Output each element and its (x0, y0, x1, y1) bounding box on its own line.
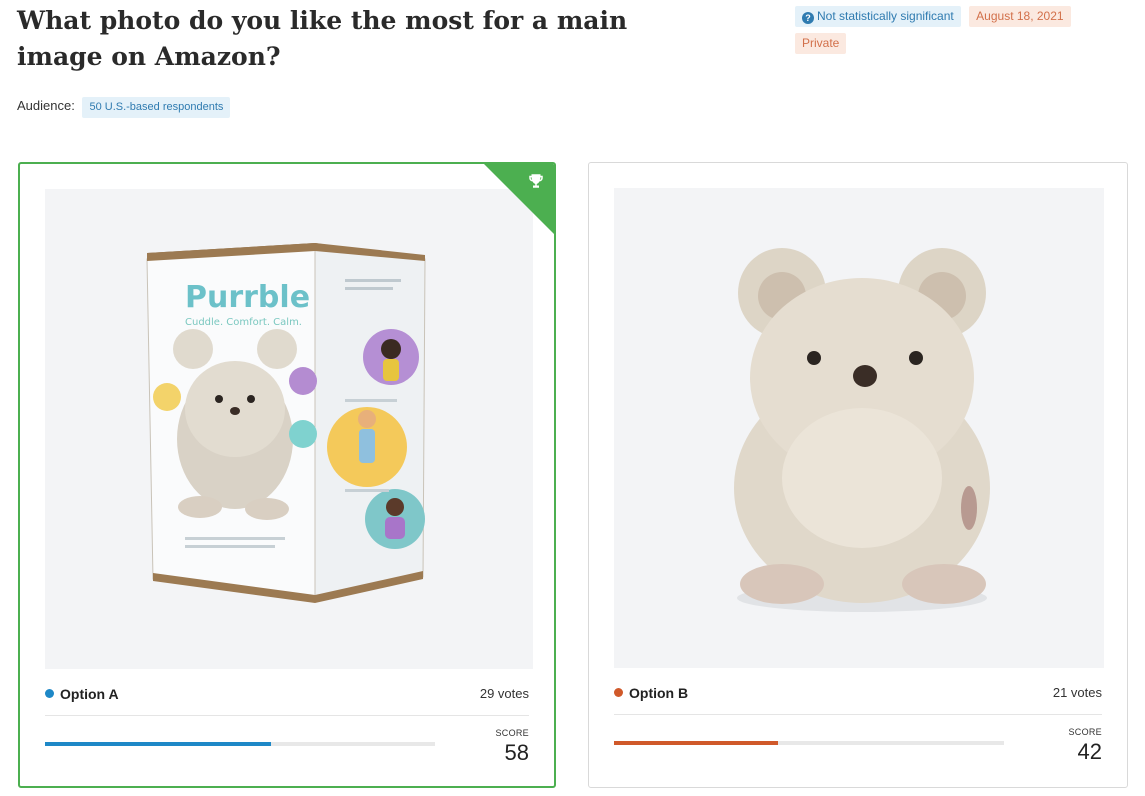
significance-badge: ? Not statistically significant (795, 6, 961, 27)
private-badge: Private (795, 33, 847, 54)
option-a-progress-fill (45, 742, 272, 746)
option-b-header: Option B 21 votes (614, 685, 1102, 705)
option-b-votes: 21 votes (1052, 685, 1102, 700)
option-b-label: Option B (629, 685, 689, 701)
option-a-card[interactable]: Purrble Cuddle. Comfort. Calm. Option A … (18, 162, 556, 788)
option-a-label: Option A (60, 686, 119, 702)
trophy-icon (529, 174, 543, 188)
option-b-progress-fill (614, 741, 778, 745)
box-tagline: Cuddle. Comfort. Calm. (185, 317, 302, 328)
option-b-progress-track (614, 741, 1004, 745)
question-circle-icon: ? (802, 12, 814, 24)
date-badge: August 18, 2021 (969, 6, 1071, 27)
audience-row: Audience: 50 U.S.-based respondents (17, 97, 234, 124)
option-a-score-label: SCORE (495, 728, 529, 738)
option-b-divider (614, 714, 1102, 715)
plush-bear-image (734, 248, 990, 612)
test-badges: ? Not statistically significant August 18… (795, 6, 1095, 60)
option-a-color-dot (45, 689, 54, 698)
option-b-color-dot (614, 688, 623, 697)
page-title: What photo do you like the most for a ma… (17, 6, 628, 71)
option-a-image: Purrble Cuddle. Comfort. Calm. (45, 189, 533, 669)
product-box-image: Purrble Cuddle. Comfort. Calm. (146, 243, 426, 603)
option-a-header: Option A 29 votes (45, 686, 529, 706)
option-b-card[interactable]: Option B 21 votes SCORE 42 (588, 162, 1128, 788)
significance-text: Not statistically significant (817, 9, 954, 23)
option-a-votes: 29 votes (479, 686, 529, 701)
option-b-score: 42 (1077, 739, 1102, 764)
option-b-score-label: SCORE (1068, 727, 1102, 737)
option-a-progress-track (45, 742, 435, 746)
option-b-image (614, 188, 1104, 668)
box-brand: Purrble (185, 280, 310, 315)
option-a-divider (45, 715, 529, 716)
option-a-score: 58 (504, 740, 529, 765)
audience-label: Audience: (17, 98, 75, 113)
audience-badge: 50 U.S.-based respondents (82, 97, 231, 118)
